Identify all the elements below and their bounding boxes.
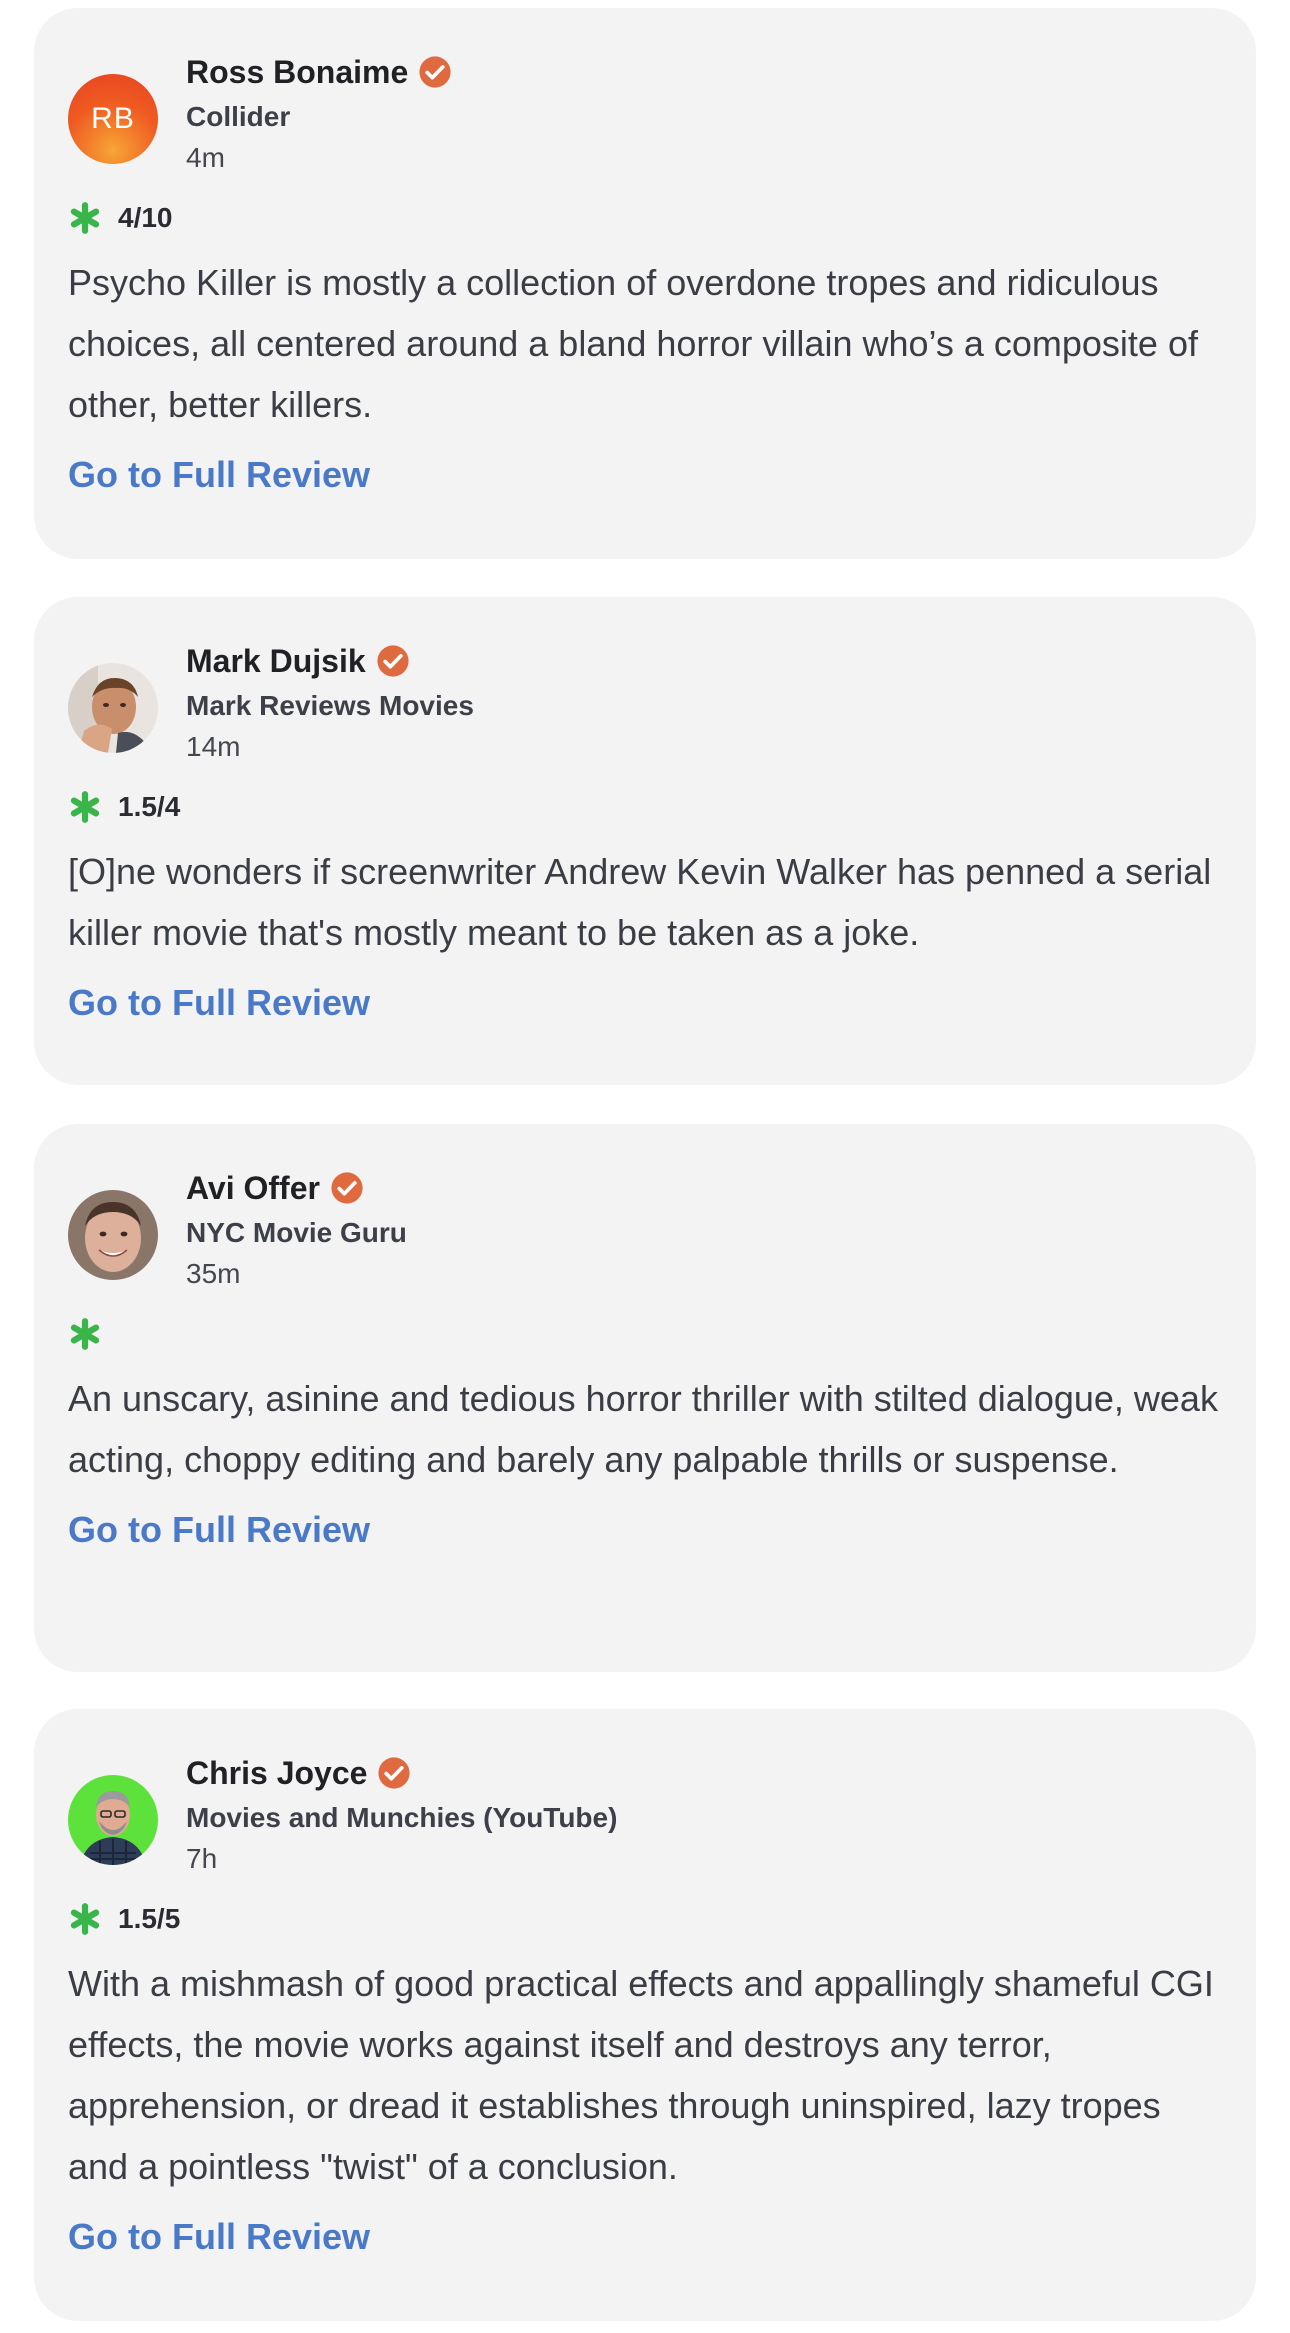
review-header: Mark Dujsik Mark Reviews Movies 14m bbox=[68, 641, 1222, 769]
review-score: 1.5/5 bbox=[118, 1903, 181, 1934]
critic-avatar[interactable]: RB bbox=[68, 74, 158, 164]
review-card: Mark Dujsik Mark Reviews Movies 14m 1.5/… bbox=[34, 597, 1256, 1085]
review-timestamp: 7h bbox=[186, 1843, 218, 1874]
verified-check-icon bbox=[377, 1756, 411, 1790]
critic-reviews-feed: RB Ross Bonaime Collider 4m 4/10 Psycho … bbox=[0, 0, 1290, 2333]
rating-row: 4/10 bbox=[68, 198, 1222, 238]
critic-meta: Chris Joyce Movies and Munchies (YouTube… bbox=[186, 1753, 617, 1878]
review-card: Avi Offer NYC Movie Guru 35m An unscary,… bbox=[34, 1124, 1256, 1672]
critic-meta: Mark Dujsik Mark Reviews Movies 14m bbox=[186, 641, 474, 766]
critic-name-row: Avi Offer bbox=[186, 1168, 407, 1208]
review-timestamp: 35m bbox=[186, 1258, 241, 1289]
review-header: Chris Joyce Movies and Munchies (YouTube… bbox=[68, 1753, 1222, 1881]
full-review-link[interactable]: Go to Full Review bbox=[68, 1506, 370, 1554]
critic-photo bbox=[68, 1190, 158, 1280]
critic-avatar[interactable] bbox=[68, 663, 158, 753]
review-quote: With a mishmash of good practical effect… bbox=[68, 1963, 1214, 2187]
critic-avatar[interactable] bbox=[68, 1775, 158, 1865]
rotten-splat-icon bbox=[68, 790, 102, 824]
publication-name[interactable]: Collider bbox=[186, 97, 452, 137]
rating-row bbox=[68, 1314, 1222, 1354]
review-quote: An unscary, asinine and tedious horror t… bbox=[68, 1378, 1218, 1480]
full-review-link[interactable]: Go to Full Review bbox=[68, 2213, 370, 2261]
review-timestamp: 14m bbox=[186, 731, 241, 762]
full-review-link[interactable]: Go to Full Review bbox=[68, 979, 370, 1027]
full-review-link[interactable]: Go to Full Review bbox=[68, 451, 370, 499]
review-timestamp: 4m bbox=[186, 142, 225, 173]
review-card: Chris Joyce Movies and Munchies (YouTube… bbox=[34, 1709, 1256, 2321]
critic-name-row: Chris Joyce bbox=[186, 1753, 617, 1793]
review-header: RB Ross Bonaime Collider 4m bbox=[68, 52, 1222, 180]
rating-row: 1.5/4 bbox=[68, 787, 1222, 827]
publication-name[interactable]: Movies and Munchies (YouTube) bbox=[186, 1798, 617, 1838]
critic-name-row: Ross Bonaime bbox=[186, 52, 452, 92]
review-header: Avi Offer NYC Movie Guru 35m bbox=[68, 1168, 1222, 1296]
rating-row: 1.5/5 bbox=[68, 1899, 1222, 1939]
verified-check-icon bbox=[418, 55, 452, 89]
critic-name[interactable]: Mark Dujsik bbox=[186, 641, 366, 681]
rotten-splat-icon bbox=[68, 1317, 102, 1351]
critic-avatar[interactable] bbox=[68, 1190, 158, 1280]
verified-check-icon bbox=[330, 1171, 364, 1205]
critic-meta: Ross Bonaime Collider 4m bbox=[186, 52, 452, 177]
critic-name-row: Mark Dujsik bbox=[186, 641, 474, 681]
verified-check-icon bbox=[376, 644, 410, 678]
review-card: RB Ross Bonaime Collider 4m 4/10 Psycho … bbox=[34, 8, 1256, 559]
publication-name[interactable]: Mark Reviews Movies bbox=[186, 686, 474, 726]
review-quote: [O]ne wonders if screenwriter Andrew Kev… bbox=[68, 851, 1212, 953]
review-score: 4/10 bbox=[118, 202, 173, 233]
review-score: 1.5/4 bbox=[118, 791, 181, 822]
critic-meta: Avi Offer NYC Movie Guru 35m bbox=[186, 1168, 407, 1293]
critic-photo bbox=[68, 663, 158, 753]
rotten-splat-icon bbox=[68, 201, 102, 235]
critic-photo bbox=[68, 1775, 158, 1865]
critic-name[interactable]: Chris Joyce bbox=[186, 1753, 367, 1793]
avatar-initials: RB bbox=[91, 102, 135, 135]
publication-name[interactable]: NYC Movie Guru bbox=[186, 1213, 407, 1253]
rotten-splat-icon bbox=[68, 1902, 102, 1936]
critic-name[interactable]: Ross Bonaime bbox=[186, 52, 408, 92]
critic-name[interactable]: Avi Offer bbox=[186, 1168, 320, 1208]
review-quote: Psycho Killer is mostly a collection of … bbox=[68, 262, 1198, 425]
